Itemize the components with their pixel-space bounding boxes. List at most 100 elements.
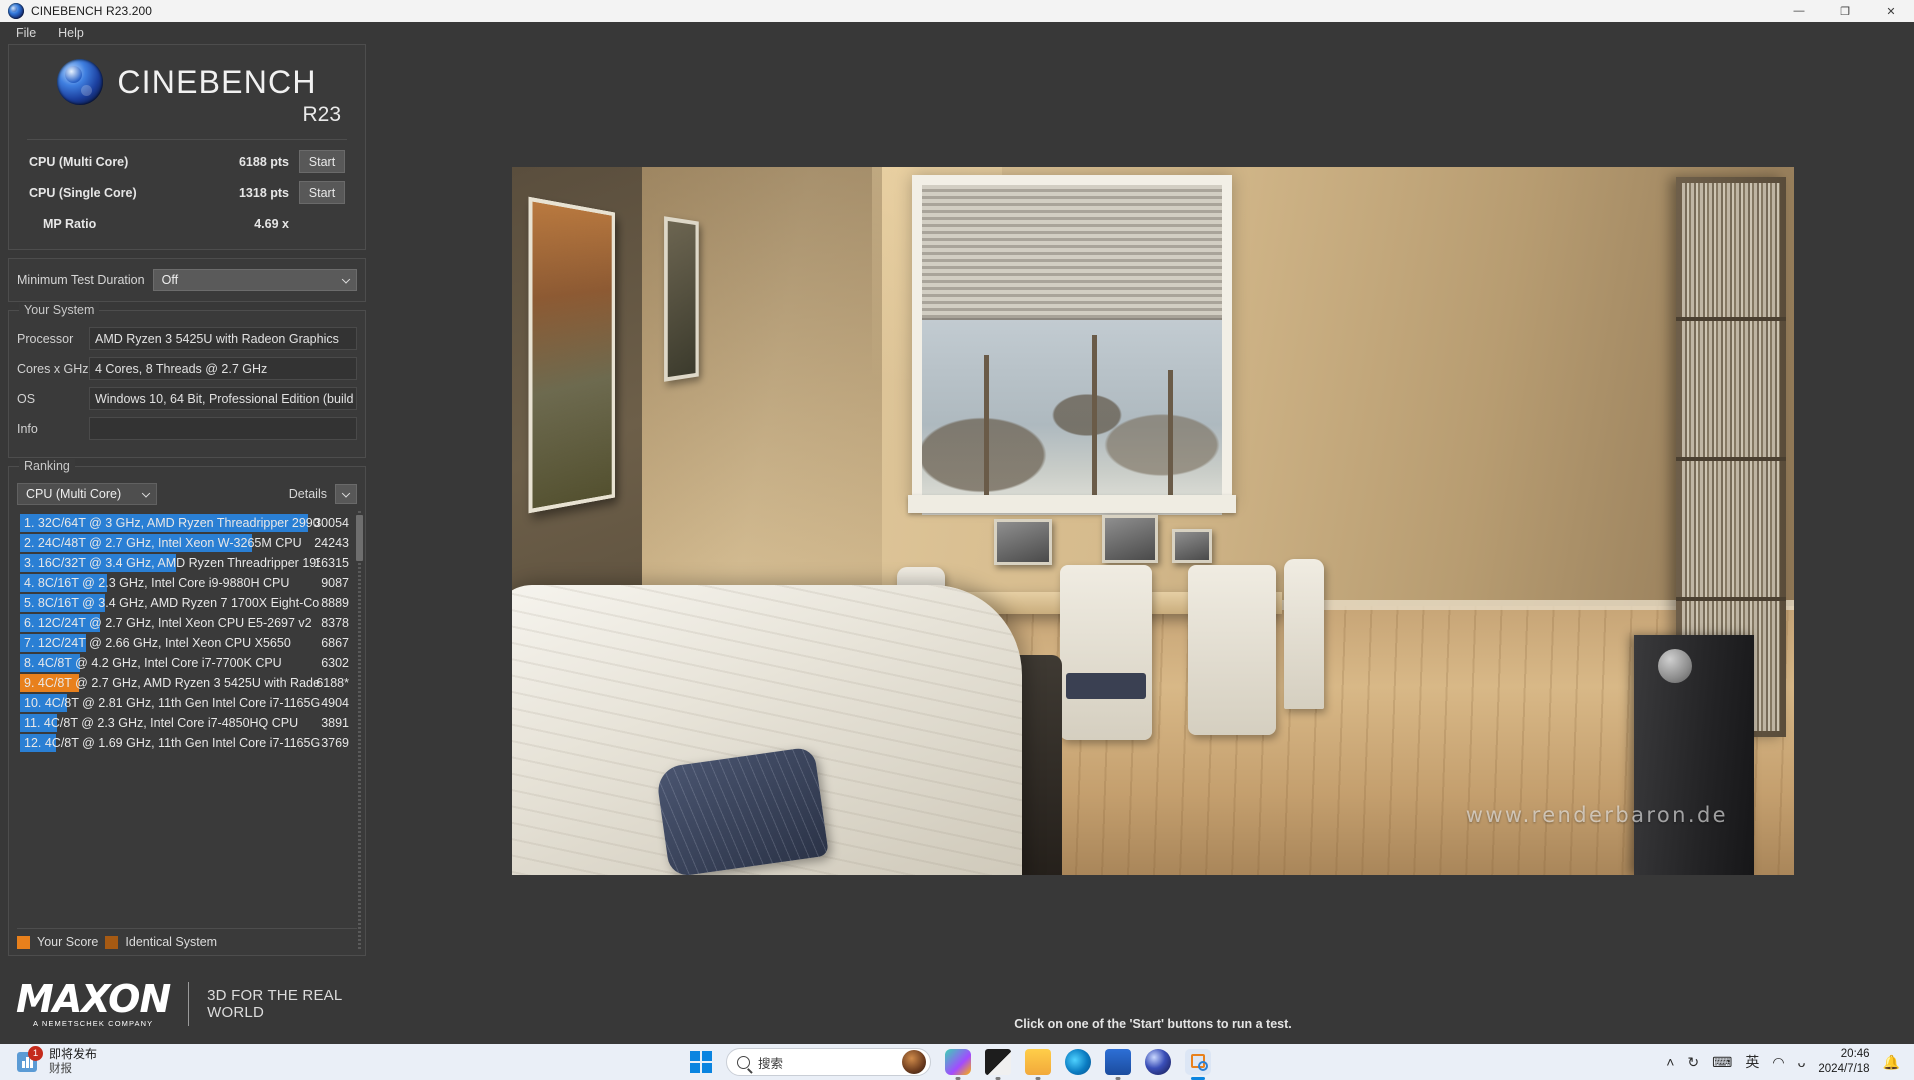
taskbar-app-copilot[interactable] [945,1049,971,1075]
system-row-os: OS Windows 10, 64 Bit, Professional Edit… [17,387,357,410]
brand-and-scores-panel: CINEBENCH R23 CPU (Multi Core) 6188 pts … [8,44,366,250]
taskbar-notification[interactable]: 1 即将发布 财报 [0,1046,690,1076]
ranking-bar-chart: 1. 32C/64T @ 3 GHz, AMD Ryzen Threadripp… [17,513,357,753]
ranking-row-score: 8889 [321,596,349,610]
ranking-row-label: 8. 4C/8T @ 4.2 GHz, Intel Core i7-7700K … [24,656,282,670]
ranking-row[interactable]: 12. 4C/8T @ 1.69 GHz, 11th Gen Intel Cor… [17,733,357,753]
scrollbar-thumb[interactable] [356,515,363,561]
cores-value[interactable]: 4 Cores, 8 Threads @ 2.7 GHz [89,357,357,380]
close-button[interactable]: ✕ [1868,0,1914,22]
ranking-row-label: 2. 24C/48T @ 2.7 GHz, Intel Xeon W-3265M… [24,536,302,550]
ranking-row[interactable]: 3. 16C/32T @ 3.4 GHz, AMD Ryzen Threadri… [17,553,357,573]
start-button-icon[interactable] [690,1051,712,1073]
notification-text: 即将发布 财报 [49,1047,97,1076]
wifi-icon[interactable]: ◠ [1772,1054,1784,1071]
ranking-row-score: 4904 [321,696,349,710]
legend-color-identical-system [105,935,119,949]
ranking-row-label: 9. 4C/8T @ 2.7 GHz, AMD Ryzen 3 5425U wi… [24,676,320,690]
minimize-button[interactable]: — [1776,0,1822,22]
clock-date: 2024/7/18 [1818,1063,1870,1075]
processor-label: Processor [17,331,74,346]
keyboard-icon[interactable]: ⌨ [1712,1054,1732,1071]
brand-logo: CINEBENCH [27,59,347,105]
ranking-row-score: 16315 [314,556,349,570]
taskbar-app-file-explorer-dark[interactable] [985,1049,1011,1075]
menu-file[interactable]: File [8,24,44,42]
details-dropdown-button[interactable] [335,484,357,504]
chevron-down-icon [341,275,351,284]
ranking-row-score: 30054 [314,516,349,530]
maxon-wordmark: MAXON [16,977,171,1021]
legend-label-your-score: Your Score [37,935,99,949]
taskbar-app-edge[interactable] [1065,1049,1091,1075]
ime-language-icon[interactable]: 英 [1745,1052,1759,1072]
os-label: OS [17,391,36,406]
min-duration-select[interactable]: Off [152,269,357,291]
menubar: File Help [0,22,1914,44]
taskbar-clock[interactable]: 20:46 2024/7/18 [1818,1047,1869,1077]
score-row-single: CPU (Single Core) 1318 pts Start [27,177,347,208]
score-row-multi: CPU (Multi Core) 6188 pts Start [27,146,347,177]
clock-time: 20:46 [1840,1048,1870,1061]
ranking-row-score: 6188* [316,676,349,690]
ranking-row[interactable]: 7. 12C/24T @ 2.66 GHz, Intel Xeon CPU X5… [17,633,357,653]
start-single-button[interactable]: Start [299,181,345,204]
legend-label-identical-system: Identical System [125,935,218,949]
maxon-logo: MAXON A NEMETSCHEK COMPANY [16,977,171,1028]
menu-help[interactable]: Help [50,24,92,42]
ranking-legend: Ranking [19,459,75,473]
maxon-tagline: 3D FOR THE REAL WORLD [207,987,342,1021]
wall-painting-large [528,196,615,514]
search-icon [737,1055,750,1069]
ranking-row-score: 6302 [321,656,349,670]
chevron-down-icon [141,489,151,498]
taskbar-app-microsoft-store[interactable] [1105,1049,1131,1075]
maxon-subline: A NEMETSCHEK COMPANY [33,1019,154,1028]
photo-frame-right [1102,515,1158,563]
maxon-footer: MAXON A NEMETSCHEK COMPANY 3D FOR THE RE… [0,964,374,1044]
ranking-scrollbar[interactable] [356,511,363,951]
multi-core-value: 6188 pts [238,154,289,169]
show-hidden-icons-chevron-icon[interactable]: ˄ [1666,1054,1674,1070]
ranking-row[interactable]: 2. 24C/48T @ 2.7 GHz, Intel Xeon W-3265M… [17,533,357,553]
ranking-row[interactable]: 8. 4C/8T @ 4.2 GHz, Intel Core i7-7700K … [17,653,357,673]
speaker-driver [1658,649,1692,683]
sync-status-icon[interactable]: ↻ [1687,1054,1699,1071]
score-row-ratio: MP Ratio 4.69 x [27,208,347,239]
left-panel: CINEBENCH R23 CPU (Multi Core) 6188 pts … [0,44,374,1044]
info-input[interactable] [89,417,357,440]
search-placeholder: 搜索 [758,1056,784,1071]
notification-bell-icon[interactable]: 🔔 [1883,1054,1900,1071]
os-value[interactable]: Windows 10, 64 Bit, Professional Edition… [89,387,357,410]
ranking-row[interactable]: 5. 8C/16T @ 3.4 GHz, AMD Ryzen 7 1700X E… [17,593,357,613]
windows-taskbar: 1 即将发布 财报 搜索 ˄ ↻ ⌨ 英 ◠ ᴗ 20:46 2024/7/18… [0,1044,1914,1080]
volume-icon[interactable]: ᴗ [1798,1054,1806,1070]
ranking-row[interactable]: 11. 4C/8T @ 2.3 GHz, Intel Core i7-4850H… [17,713,357,733]
cinebench-sphere-icon [57,59,104,105]
cores-label: Cores x GHz [17,361,89,376]
ranking-row[interactable]: 4. 8C/16T @ 2.3 GHz, Intel Core i9-9880H… [17,573,357,593]
taskbar-center: 搜索 [690,1048,1211,1076]
ranking-row[interactable]: 9. 4C/8T @ 2.7 GHz, AMD Ryzen 3 5425U wi… [17,673,357,693]
ranking-row[interactable]: 10. 4C/8T @ 2.81 GHz, 11th Gen Intel Cor… [17,693,357,713]
taskbar-app-folder[interactable] [1025,1049,1051,1075]
ranking-mode-select[interactable]: CPU (Multi Core) [17,483,157,505]
taskbar-search-input[interactable]: 搜索 [726,1048,931,1076]
status-message: Click on one of the 'Start' buttons to r… [1014,1017,1292,1031]
taskbar-app-cinebench[interactable] [1185,1049,1211,1075]
system-row-cores: Cores x GHz 4 Cores, 8 Threads @ 2.7 GHz [17,357,357,380]
news-icon: 1 [14,1046,43,1075]
ranking-row-label: 3. 16C/32T @ 3.4 GHz, AMD Ryzen Threadri… [24,556,320,570]
ranking-row[interactable]: 6. 12C/24T @ 2.7 GHz, Intel Xeon CPU E5-… [17,613,357,633]
cinebench-app: File Help CINEBENCH R23 CPU (Multi Core)… [0,22,1914,1044]
ranking-row-label: 5. 8C/16T @ 3.4 GHz, AMD Ryzen 7 1700X E… [24,596,320,610]
start-multi-button[interactable]: Start [299,150,345,173]
ranking-row[interactable]: 1. 32C/64T @ 3 GHz, AMD Ryzen Threadripp… [17,513,357,533]
single-core-value: 1318 pts [238,185,289,200]
taskbar-app-cinema4d[interactable] [1145,1049,1171,1075]
system-row-info: Info [17,417,357,440]
maximize-button[interactable]: ❐ [1822,0,1868,22]
ranking-row-label: 10. 4C/8T @ 2.81 GHz, 11th Gen Intel Cor… [24,696,320,710]
processor-value[interactable]: AMD Ryzen 3 5425U with Radeon Graphics [89,327,357,350]
ranking-row-label: 12. 4C/8T @ 1.69 GHz, 11th Gen Intel Cor… [24,736,320,750]
